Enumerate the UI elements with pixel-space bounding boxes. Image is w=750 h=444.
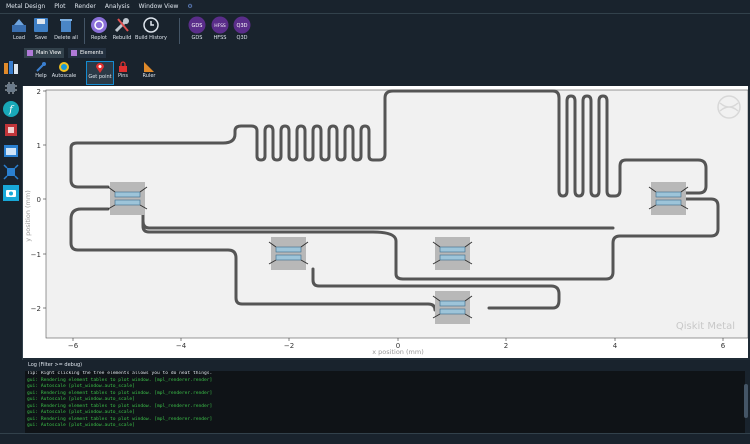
tab-elements-icon bbox=[71, 50, 77, 56]
q3d-button[interactable]: Q3D Q3D bbox=[232, 16, 252, 46]
x-tick-label: 2 bbox=[504, 342, 508, 350]
y-tick-label: −1 bbox=[31, 251, 41, 259]
pins-button[interactable]: Pins bbox=[116, 61, 130, 79]
toolbar-separator bbox=[179, 18, 180, 44]
replot-icon bbox=[91, 17, 107, 33]
lock-icon bbox=[119, 61, 127, 72]
qubit-q4[interactable] bbox=[432, 291, 473, 324]
gds-button[interactable]: GDS GDS bbox=[187, 16, 207, 46]
y-tick-label: −2 bbox=[31, 305, 41, 313]
qubit-q1[interactable] bbox=[107, 182, 148, 215]
left-dock-bar: f bbox=[0, 47, 23, 443]
x-tick-label: 4 bbox=[613, 342, 618, 350]
y-axis-label: y position (mm) bbox=[24, 190, 32, 241]
hfss-icon: HFSS bbox=[211, 16, 229, 34]
delete-icon bbox=[60, 19, 72, 32]
build-history-button[interactable]: Build History bbox=[135, 16, 167, 46]
qubit-q5[interactable] bbox=[648, 182, 689, 215]
load-button[interactable]: Load bbox=[8, 16, 30, 46]
ruler-icon bbox=[144, 62, 154, 72]
log-title: Log (Filter >= debug) bbox=[28, 362, 83, 368]
y-tick-label: 0 bbox=[37, 196, 41, 204]
y-tick-label: 2 bbox=[37, 88, 41, 96]
plot-canvas[interactable]: −6 −4 −2 0 2 4 6 2 1 0 −1 −2 x position … bbox=[23, 86, 749, 358]
map-pin-icon bbox=[96, 63, 104, 73]
log-scrollbar[interactable] bbox=[744, 384, 748, 418]
hfss-button[interactable]: HFSS HFSS bbox=[209, 16, 231, 46]
menu-window-view[interactable]: Window View bbox=[139, 3, 179, 10]
qubit-q2[interactable] bbox=[268, 237, 309, 270]
ruler-button[interactable]: Ruler bbox=[141, 61, 157, 79]
rebuild-icon bbox=[114, 18, 129, 33]
log-body[interactable]: Tip: Right clicking the tree elements al… bbox=[25, 371, 745, 441]
log-panel: Log (Filter >= debug) Tip: Right clickin… bbox=[22, 360, 750, 443]
q3d-icon: Q3D bbox=[233, 16, 251, 34]
menu-analysis[interactable]: Analysis bbox=[105, 3, 130, 10]
window-icon[interactable] bbox=[3, 143, 19, 159]
svg-text:HFSS: HFSS bbox=[214, 23, 226, 29]
main-toolbar: Load Save Delete all Replot Rebuild Buil… bbox=[0, 13, 750, 49]
save-icon bbox=[34, 18, 48, 32]
help-button[interactable]: Help bbox=[34, 61, 48, 79]
qubit-q3[interactable] bbox=[432, 237, 473, 270]
component-icon[interactable] bbox=[3, 122, 19, 138]
menu-plot[interactable]: Plot bbox=[54, 3, 65, 10]
connector-icon[interactable] bbox=[3, 164, 19, 180]
svg-text:Q3D: Q3D bbox=[237, 23, 248, 29]
svg-text:GDS: GDS bbox=[192, 23, 203, 29]
log-line: gui: Autoscale [plot_window.auto_scale] bbox=[27, 423, 135, 428]
autoscale-icon bbox=[59, 62, 69, 72]
history-icon bbox=[143, 17, 159, 33]
toolbar-separator bbox=[84, 18, 85, 44]
gds-icon: GDS bbox=[188, 16, 206, 34]
menu-metal-design[interactable]: Metal Design bbox=[6, 3, 45, 10]
replot-button[interactable]: Replot bbox=[89, 16, 109, 46]
delete-all-button[interactable]: Delete all bbox=[53, 16, 79, 46]
tab-elements[interactable]: Elements bbox=[68, 48, 107, 58]
x-tick-label: −6 bbox=[68, 342, 79, 350]
function-icon[interactable]: f bbox=[3, 101, 19, 117]
get-point-button[interactable]: Get point bbox=[86, 61, 114, 85]
x-tick-label: 6 bbox=[721, 342, 726, 350]
y-tick-label: 1 bbox=[37, 142, 41, 150]
plot-toolbar: Help Autoscale Get point Pins Ruler bbox=[22, 58, 750, 86]
camera-icon[interactable] bbox=[3, 185, 19, 201]
x-tick-label: −2 bbox=[284, 342, 294, 350]
x-tick-label: −4 bbox=[176, 342, 187, 350]
save-button[interactable]: Save bbox=[31, 16, 51, 46]
help-icon[interactable]: ⚙ bbox=[187, 3, 192, 10]
rebuild-button[interactable]: Rebuild bbox=[111, 16, 133, 46]
tab-main-view-icon bbox=[27, 50, 33, 56]
load-icon bbox=[12, 19, 26, 32]
x-axis-label: x position (mm) bbox=[372, 348, 423, 356]
qiskit-metal-watermark: Qiskit Metal bbox=[676, 321, 735, 332]
library-icon[interactable] bbox=[3, 59, 19, 75]
tab-main-view[interactable]: Main View bbox=[24, 48, 65, 58]
help-wrench-icon bbox=[36, 62, 46, 72]
plot-axes-frame bbox=[45, 89, 749, 339]
view-tabs: Main View Elements bbox=[22, 47, 750, 58]
menu-render[interactable]: Render bbox=[75, 3, 96, 10]
chip-icon[interactable] bbox=[3, 80, 19, 96]
status-bar bbox=[0, 433, 750, 444]
autoscale-button[interactable]: Autoscale bbox=[52, 61, 76, 79]
menu-bar: Metal Design Plot Render Analysis Window… bbox=[0, 0, 750, 13]
plot-svg: −6 −4 −2 0 2 4 6 2 1 0 −1 −2 x position … bbox=[24, 88, 749, 356]
